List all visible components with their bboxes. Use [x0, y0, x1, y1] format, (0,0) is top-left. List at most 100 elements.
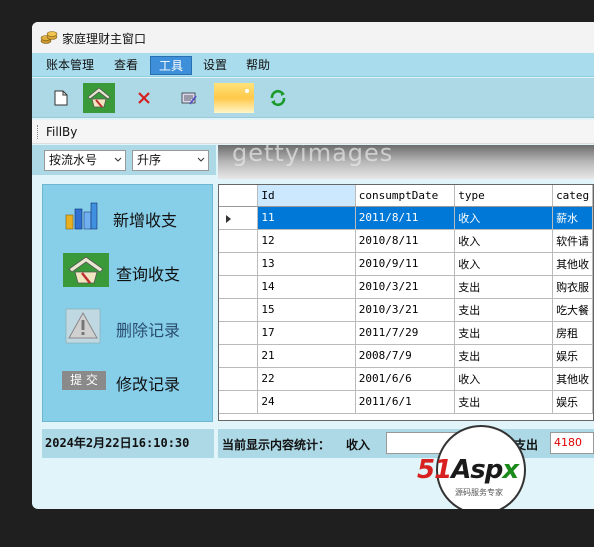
table-row[interactable]: 24 2011/6/1 支出 娱乐: [219, 390, 593, 414]
table-cell[interactable]: 收入: [454, 252, 554, 276]
table-cell[interactable]: 薪水: [552, 206, 593, 230]
records-table: Id consumptDate type categ 11 2011/8/11 收入…: [219, 185, 593, 414]
fillby-toolstrip: FillBy: [32, 120, 594, 144]
menu-ledger[interactable]: 账本管理: [38, 56, 102, 75]
table-cell[interactable]: 2011/8/11: [355, 206, 456, 230]
row-header[interactable]: [219, 229, 259, 253]
sort-order-select[interactable]: 升序: [132, 150, 209, 171]
table-cell[interactable]: 2001/6/6: [355, 367, 456, 391]
menu-help[interactable]: 帮助: [238, 56, 278, 75]
table-cell[interactable]: 11: [257, 206, 356, 230]
refresh-icon: [270, 89, 286, 107]
table-cell[interactable]: 支出: [454, 275, 554, 299]
header-row: Id consumptDate type categ: [219, 185, 593, 207]
table-cell[interactable]: 2010/3/21: [355, 275, 456, 299]
column-header-type[interactable]: type: [454, 185, 554, 207]
table-cell[interactable]: 24: [257, 390, 356, 414]
sort-field-value: 按流水号: [49, 153, 98, 167]
records-grid[interactable]: Id consumptDate type categ 11 2011/8/11 收入…: [218, 184, 594, 421]
table-cell[interactable]: 2010/8/11: [355, 229, 456, 253]
delete-button[interactable]: [128, 83, 160, 113]
menu-view[interactable]: 查看: [106, 56, 146, 75]
table-cell[interactable]: 支出: [454, 321, 554, 345]
row-header[interactable]: [219, 206, 259, 230]
row-header[interactable]: [219, 298, 259, 322]
table-row[interactable]: 15 2010/3/21 支出 吃大餐: [219, 298, 593, 322]
toolstrip-grip[interactable]: [37, 125, 39, 139]
logo-text-asp: Asp: [451, 455, 503, 485]
table-cell[interactable]: 2011/7/29: [355, 321, 456, 345]
row-header[interactable]: [219, 321, 259, 345]
expense-field[interactable]: 4180: [550, 432, 594, 454]
table-row[interactable]: 11 2011/8/11 收入 薪水: [219, 206, 593, 230]
row-header[interactable]: [219, 367, 259, 391]
table-row[interactable]: 13 2010/9/11 收入 其他收: [219, 252, 593, 276]
table-row[interactable]: 14 2010/3/21 支出 购衣服: [219, 275, 593, 299]
table-row[interactable]: 12 2010/8/11 收入 软件请: [219, 229, 593, 253]
nav-delete-record[interactable]: 删除记录: [43, 303, 212, 349]
table-cell[interactable]: 娱乐: [552, 390, 593, 414]
window-title: 家庭理财主窗口: [62, 32, 147, 46]
table-cell[interactable]: 支出: [454, 344, 554, 368]
table-cell[interactable]: 房租: [552, 321, 593, 345]
table-cell[interactable]: 收入: [454, 206, 554, 230]
table-cell[interactable]: 购衣服: [552, 275, 593, 299]
table-row[interactable]: 17 2011/7/29 支出 房租: [219, 321, 593, 345]
row-header[interactable]: [219, 252, 259, 276]
table-cell[interactable]: 2010/3/21: [355, 298, 456, 322]
table-row[interactable]: 21 2008/7/9 支出 娱乐: [219, 344, 593, 368]
column-header-id[interactable]: Id: [257, 185, 356, 207]
chevron-down-icon: [114, 157, 122, 162]
table-cell[interactable]: 软件请: [552, 229, 593, 253]
gradient-button[interactable]: [214, 83, 254, 113]
table-cell[interactable]: 吃大餐: [552, 298, 593, 322]
table-cell[interactable]: 17: [257, 321, 356, 345]
table-cell[interactable]: 支出: [454, 390, 554, 414]
nav-delete-label: 删除记录: [116, 321, 181, 340]
table-cell[interactable]: 21: [257, 344, 356, 368]
new-document-icon: [54, 90, 68, 106]
logo-text-51: 51: [417, 455, 452, 485]
nav-panel: 新增收支 查询收支 删除记录 提 交 修改记录: [42, 184, 213, 422]
refresh-button[interactable]: [262, 83, 294, 113]
table-cell[interactable]: 2010/9/11: [355, 252, 456, 276]
income-label: 收入: [346, 438, 371, 452]
row-header[interactable]: [219, 390, 259, 414]
table-cell[interactable]: 娱乐: [552, 344, 593, 368]
edit-button[interactable]: [173, 83, 205, 113]
table-cell[interactable]: 14: [257, 275, 356, 299]
current-row-arrow-icon: [226, 214, 231, 223]
table-cell[interactable]: 其他收: [552, 252, 593, 276]
table-cell[interactable]: 22: [257, 367, 356, 391]
menu-tools[interactable]: 工具: [150, 56, 193, 75]
table-cell[interactable]: 收入: [454, 367, 554, 391]
column-header-category[interactable]: categ: [552, 185, 593, 207]
banner-image: gettyimages: [218, 145, 594, 179]
nav-edit-record[interactable]: 提 交 修改记录: [43, 357, 212, 403]
table-cell[interactable]: 收入: [454, 229, 554, 253]
summary-label: 当前显示内容统计：: [222, 438, 331, 452]
chevron-down-icon: [197, 157, 205, 162]
grid-body: 11 2011/8/11 收入 薪水 12 2010/8/11 收入 软件请 13 2010/9/…: [219, 206, 593, 414]
table-cell[interactable]: 12: [257, 229, 356, 253]
nav-edit-label: 修改记录: [116, 375, 181, 394]
row-header[interactable]: [219, 344, 259, 368]
table-cell[interactable]: 2008/7/9: [355, 344, 456, 368]
column-header-date[interactable]: consumptDate: [355, 185, 456, 207]
table-cell[interactable]: 2011/6/1: [355, 390, 456, 414]
table-row[interactable]: 22 2001/6/6 收入 其他收: [219, 367, 593, 391]
banner-watermark: gettyimages: [232, 145, 394, 167]
nav-add-record[interactable]: 新增收支: [43, 193, 212, 239]
table-cell[interactable]: 支出: [454, 298, 554, 322]
row-header[interactable]: [219, 275, 259, 299]
new-button[interactable]: [45, 83, 77, 113]
query-button[interactable]: [83, 83, 115, 113]
table-cell[interactable]: 15: [257, 298, 356, 322]
menu-settings[interactable]: 设置: [195, 56, 235, 75]
table-cell[interactable]: 13: [257, 252, 356, 276]
sort-field-select[interactable]: 按流水号: [44, 150, 126, 171]
nav-query-record[interactable]: 查询收支: [43, 247, 212, 293]
submit-badge-text: 提 交: [70, 373, 98, 387]
table-cell[interactable]: 其他收: [552, 367, 593, 391]
fillby-label[interactable]: FillBy: [46, 125, 77, 139]
